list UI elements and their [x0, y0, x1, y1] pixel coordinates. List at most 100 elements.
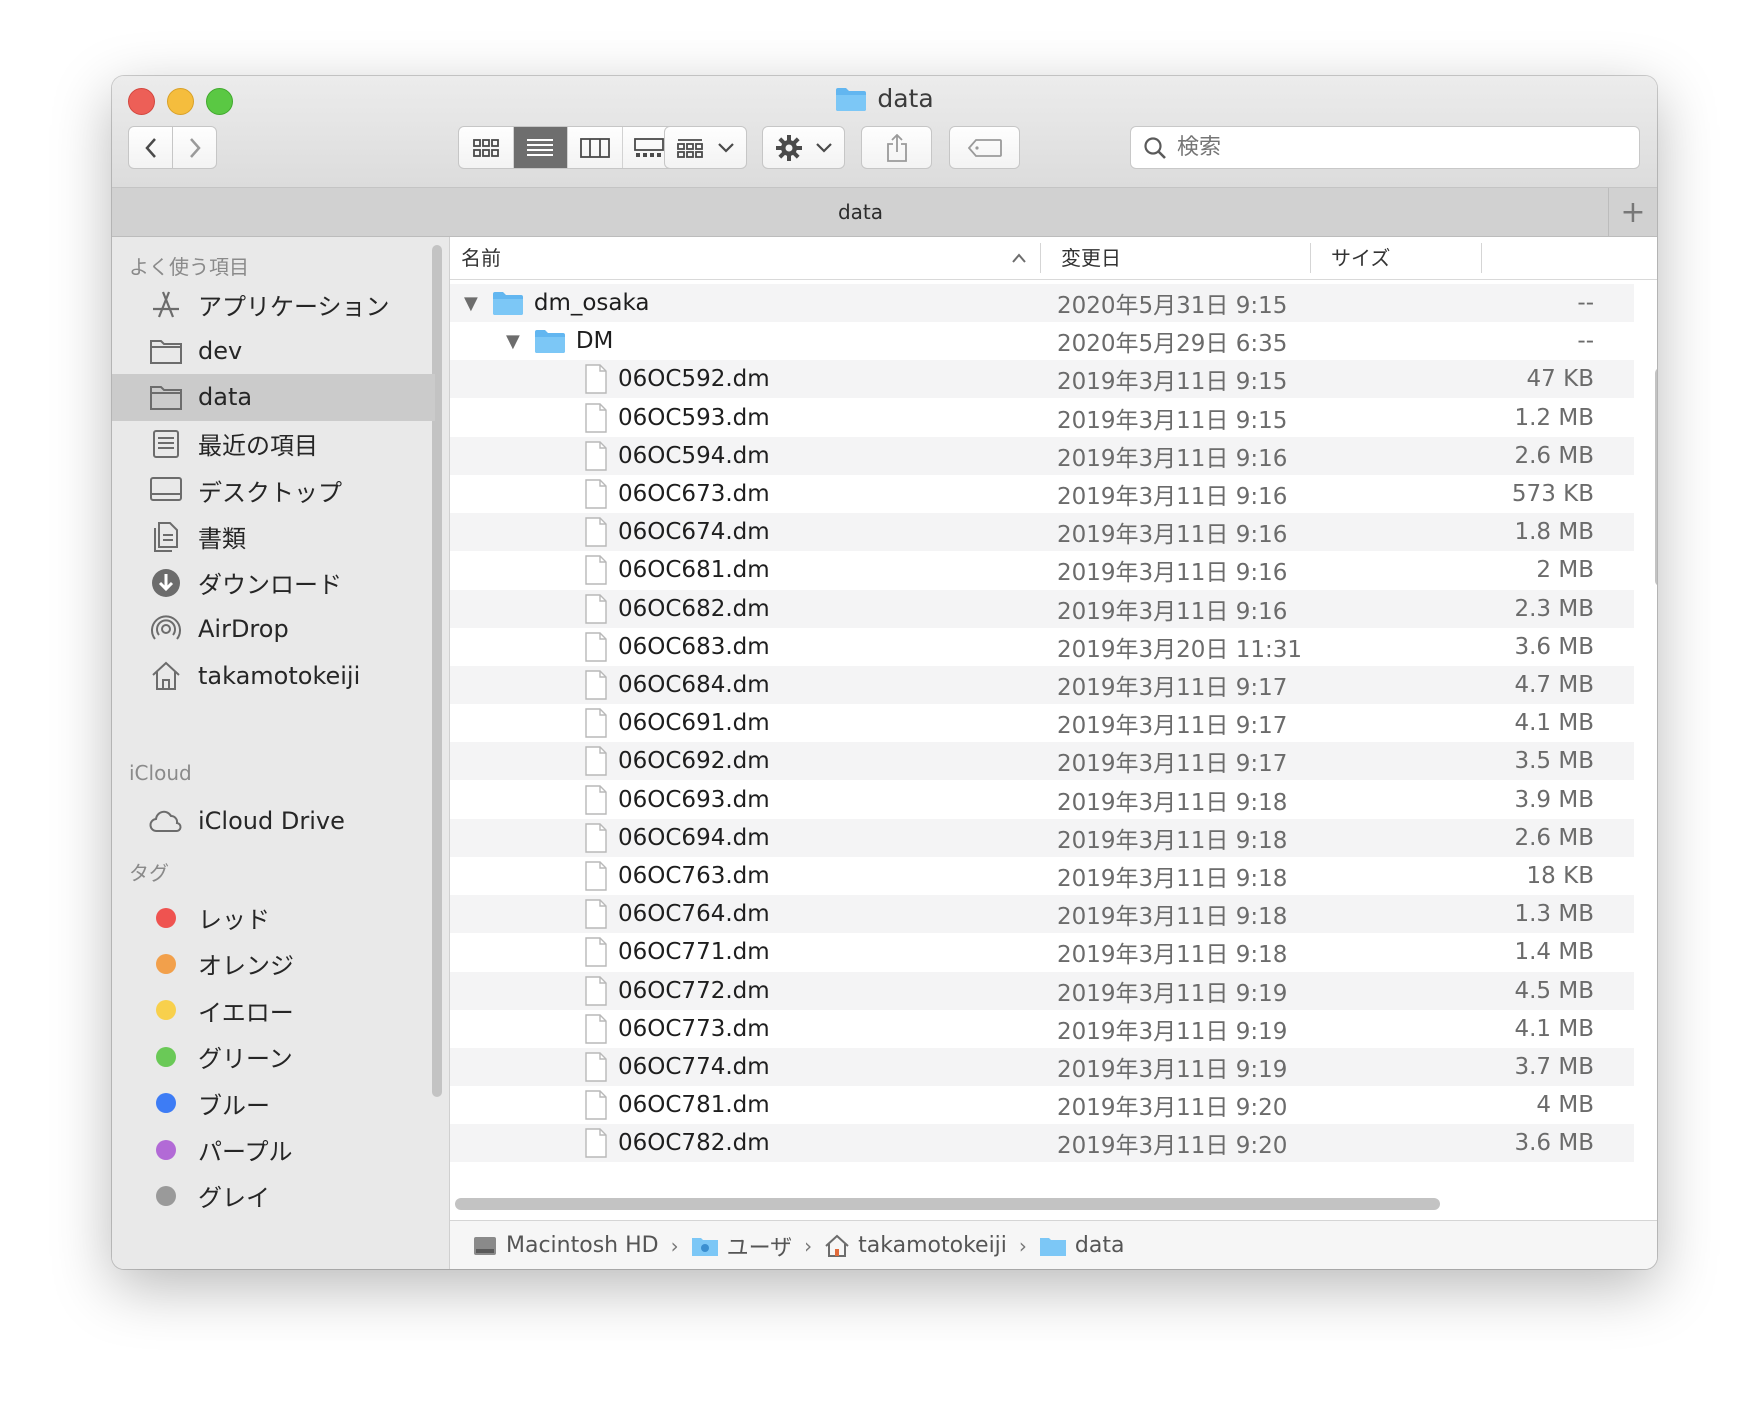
sidebar-tag-1[interactable]: オレンジ	[112, 940, 435, 987]
table-row[interactable]: ▼ dm_osaka 2020年5月31日 9:15 --	[450, 284, 1634, 322]
icon-view-button[interactable]	[459, 127, 514, 168]
path-item[interactable]: data	[1039, 1233, 1125, 1258]
group-by-button[interactable]	[664, 126, 747, 169]
file-name-cell: 06OC673.dm	[584, 479, 770, 509]
file-date-cell: 2019年3月11日 9:19	[1057, 1057, 1288, 1083]
folder-icon	[146, 331, 186, 371]
disclosure-triangle-icon[interactable]: ▼	[506, 331, 520, 352]
file-list: 名前 変更日 サイズ ▼ dm_osaka 2020年5月31日 9:15 -- ▼ DM…	[450, 237, 1657, 1162]
table-row[interactable]: 06OC773.dm 2019年3月11日 9:19 4.1 MB	[450, 1010, 1634, 1048]
path-item[interactable]: ユーザ	[691, 1230, 792, 1262]
file-date-cell: 2019年3月11日 9:17	[1057, 713, 1288, 740]
document-icon	[584, 441, 608, 471]
table-row[interactable]: 06OC681.dm 2019年3月11日 9:16 2 MB	[450, 551, 1634, 589]
document-icon	[584, 593, 608, 624]
sidebar-item-2[interactable]: data	[112, 373, 435, 421]
back-button[interactable]	[128, 126, 173, 169]
document-icon	[584, 1052, 608, 1082]
sidebar-item-4[interactable]: デスクトップ	[112, 467, 435, 514]
file-name-text: 06OC782.dm	[618, 1130, 770, 1157]
sidebar-tag-3[interactable]: グリーン	[112, 1033, 435, 1080]
sidebar-item-5[interactable]: 書類	[112, 513, 435, 560]
sidebar-tag-6[interactable]: グレイ	[112, 1172, 435, 1219]
search-field[interactable]	[1130, 126, 1640, 169]
sidebar-item-icloud-drive[interactable]: iCloud Drive	[112, 797, 435, 844]
file-name-cell: 06OC593.dm	[584, 402, 770, 433]
file-size-cell: 1.8 MB	[1514, 519, 1594, 546]
table-row[interactable]: ▼ DM 2020年5月29日 6:35 --	[450, 322, 1634, 360]
column-divider[interactable]	[1040, 243, 1041, 273]
horizontal-scrollbar[interactable]	[455, 1198, 1440, 1210]
column-view-button[interactable]	[568, 127, 623, 168]
file-date-cell: 2019年3月11日 9:16	[1057, 560, 1288, 587]
table-row[interactable]: 06OC782.dm 2019年3月11日 9:20 3.6 MB	[450, 1124, 1634, 1162]
search-input[interactable]	[1175, 134, 1599, 161]
sidebar-item-6[interactable]: ダウンロード	[112, 559, 435, 606]
forward-button[interactable]	[172, 126, 217, 169]
table-row[interactable]: 06OC764.dm 2019年3月11日 9:18 1.3 MB	[450, 895, 1634, 934]
table-row[interactable]: 06OC774.dm 2019年3月11日 9:19 3.7 MB	[450, 1048, 1634, 1086]
column-name-header[interactable]: 名前	[461, 237, 501, 279]
sidebar-tag-5[interactable]: パープル	[112, 1126, 435, 1173]
table-row[interactable]: 06OC682.dm 2019年3月11日 9:16 2.3 MB	[450, 589, 1634, 628]
table-row[interactable]: 06OC692.dm 2019年3月11日 9:17 3.5 MB	[450, 742, 1634, 781]
path-bar: Macintosh HD › ユーザ › takamotokeiji › data	[450, 1220, 1657, 1269]
sidebar-item-7[interactable]: AirDrop	[112, 606, 435, 653]
sidebar-tag-0[interactable]: レッド	[112, 894, 435, 941]
vertical-scrollbar[interactable]	[1655, 368, 1657, 586]
table-row[interactable]: 06OC684.dm 2019年3月11日 9:17 4.7 MB	[450, 666, 1634, 704]
file-name-text: 06OC681.dm	[618, 557, 770, 584]
table-row[interactable]: 06OC772.dm 2019年3月11日 9:19 4.5 MB	[450, 971, 1634, 1010]
share-button[interactable]	[861, 126, 932, 169]
table-row[interactable]: 06OC693.dm 2019年3月11日 9:18 3.9 MB	[450, 781, 1634, 819]
file-size-cell: 1.4 MB	[1514, 939, 1594, 966]
file-size-cell: 2.6 MB	[1514, 824, 1594, 851]
list-view-button[interactable]	[513, 127, 568, 168]
sidebar-item-1[interactable]: dev	[112, 327, 435, 374]
table-row[interactable]: 06OC594.dm 2019年3月11日 9:16 2.6 MB	[450, 436, 1634, 475]
tab-data[interactable]: data	[112, 188, 1609, 236]
file-name-text: 06OC781.dm	[618, 1092, 770, 1119]
sidebar-tag-4[interactable]: ブルー	[112, 1080, 435, 1127]
file-size-cell: 3.6 MB	[1514, 1130, 1594, 1157]
disclosure-triangle-icon[interactable]: ▼	[464, 293, 478, 314]
tag-button[interactable]	[949, 126, 1020, 169]
new-tab-button[interactable]: +	[1608, 188, 1657, 236]
sidebar-item-label: オレンジ	[198, 952, 294, 981]
table-row[interactable]: 06OC771.dm 2019年3月11日 9:18 1.4 MB	[450, 933, 1634, 971]
desktop-icon	[146, 470, 186, 510]
path-item[interactable]: Macintosh HD	[472, 1233, 659, 1258]
sidebar-tag-2[interactable]: イエロー	[112, 987, 435, 1034]
file-size-cell: 4.7 MB	[1514, 672, 1594, 698]
path-item-label: data	[1074, 1233, 1125, 1258]
column-size-header[interactable]: サイズ	[1331, 237, 1390, 279]
sidebar-item-0[interactable]: アプリケーション	[112, 281, 435, 328]
sidebar-item-label: アプリケーション	[198, 293, 390, 321]
column-date-header[interactable]: 変更日	[1061, 237, 1121, 279]
column-divider[interactable]	[1310, 243, 1311, 273]
file-name-cell: 06OC773.dm	[584, 1014, 770, 1044]
document-icon	[584, 1090, 608, 1120]
table-row[interactable]: 06OC593.dm 2019年3月11日 9:15 1.2 MB	[450, 399, 1634, 437]
file-date-cell: 2019年3月11日 9:20	[1057, 1095, 1288, 1122]
column-header: 名前 変更日 サイズ	[450, 237, 1657, 280]
table-row[interactable]: 06OC674.dm 2019年3月11日 9:16 1.8 MB	[450, 513, 1634, 552]
path-item[interactable]: takamotokeiji	[824, 1233, 1007, 1258]
table-row[interactable]: 06OC673.dm 2019年3月11日 9:16 573 KB	[450, 475, 1634, 513]
column-divider[interactable]	[1481, 243, 1482, 273]
table-row[interactable]: 06OC691.dm 2019年3月11日 9:17 4.1 MB	[450, 704, 1634, 742]
table-row[interactable]: 06OC694.dm 2019年3月11日 9:18 2.6 MB	[450, 818, 1634, 857]
file-date-cell: 2019年3月11日 9:19	[1057, 1018, 1288, 1045]
document-icon	[584, 364, 608, 395]
table-row[interactable]: 06OC781.dm 2019年3月11日 9:20 4 MB	[450, 1086, 1634, 1124]
sidebar-item-8[interactable]: takamotokeiji	[112, 652, 435, 699]
sidebar-item-3[interactable]: 最近の項目	[112, 420, 435, 467]
document-icon	[584, 746, 608, 777]
action-menu-button[interactable]	[762, 126, 845, 169]
table-row[interactable]: 06OC592.dm 2019年3月11日 9:15 47 KB	[450, 360, 1634, 399]
view-mode-control[interactable]	[458, 126, 677, 169]
file-size-cell: 2.6 MB	[1514, 442, 1594, 469]
table-row[interactable]: 06OC683.dm 2019年3月20日 11:31 3.6 MB	[450, 628, 1634, 666]
file-name-cell: 06OC782.dm	[584, 1128, 770, 1159]
table-row[interactable]: 06OC763.dm 2019年3月11日 9:18 18 KB	[450, 857, 1634, 895]
